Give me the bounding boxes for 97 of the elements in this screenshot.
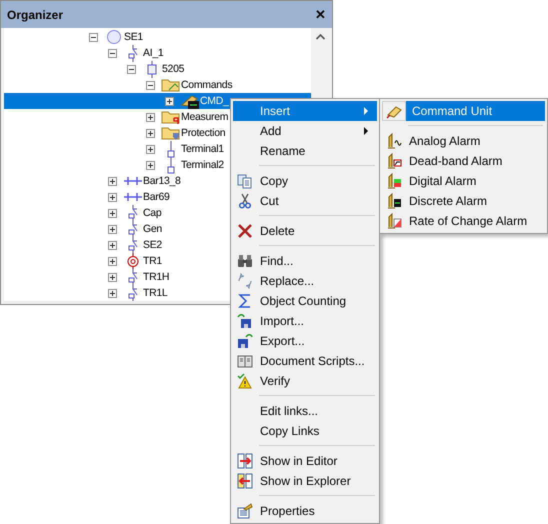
folder-icon	[161, 109, 180, 125]
panel-title: Organizer	[7, 8, 64, 22]
tree-item[interactable]: AI_1	[4, 45, 311, 61]
arrow-left-icon	[237, 473, 253, 489]
binoculars-icon	[237, 253, 253, 269]
menu-item[interactable]: Add	[233, 121, 377, 141]
collapse-icon[interactable]	[127, 64, 136, 74]
menu-item[interactable]: Discrete Alarm	[382, 191, 545, 211]
menu-item[interactable]: Digital Alarm	[382, 171, 545, 191]
busbar-icon	[123, 175, 142, 187]
tree-item[interactable]: SE1	[4, 29, 311, 45]
tree-label: SE2	[143, 239, 162, 251]
tree-label: TR1	[143, 255, 162, 267]
switch-icon	[126, 44, 138, 62]
terminal-icon	[164, 156, 176, 174]
export-icon	[237, 333, 253, 349]
tree-item[interactable]: 5205	[4, 61, 311, 77]
tree-label: SE1	[124, 31, 143, 43]
scroll-up-icon[interactable]	[316, 34, 324, 40]
expand-icon[interactable]	[108, 288, 117, 298]
expand-icon[interactable]	[108, 272, 117, 282]
switch-icon	[126, 204, 138, 222]
copy-icon	[237, 173, 253, 189]
menu-item[interactable]: Command Unit	[382, 101, 545, 121]
collapse-icon[interactable]	[89, 32, 98, 42]
tree-label: Commands	[181, 79, 232, 91]
menu-item[interactable]: Object Counting	[233, 291, 377, 311]
collapse-icon[interactable]	[108, 48, 117, 58]
menu-item[interactable]: Document Scripts...	[233, 351, 377, 371]
alarm-icon	[386, 153, 402, 169]
menu-item[interactable]: Copy Links	[233, 421, 377, 441]
tree-label: Gen	[143, 223, 162, 235]
alarm-icon	[386, 213, 402, 229]
circle-icon	[106, 29, 122, 45]
tree-label: TR1L	[143, 287, 168, 299]
tree-label: Bar69	[143, 191, 170, 203]
transformer-icon	[126, 252, 140, 270]
expand-icon[interactable]	[146, 144, 155, 154]
arrow-right-icon	[237, 453, 253, 469]
terminal-icon	[164, 140, 176, 158]
menu-item[interactable]: Dead-band Alarm	[382, 151, 545, 171]
menu-item[interactable]: Export...	[233, 331, 377, 351]
replace-icon	[237, 273, 253, 289]
menu-item[interactable]: Import...	[233, 311, 377, 331]
menu-item[interactable]: Replace...	[233, 271, 377, 291]
alarm-icon	[386, 133, 402, 149]
tree-label: Measurem	[181, 111, 228, 123]
menu-item[interactable]: Analog Alarm	[382, 131, 545, 151]
switch-icon	[126, 220, 138, 238]
busbar-icon	[123, 191, 142, 203]
expand-icon[interactable]	[146, 160, 155, 170]
delete-icon	[237, 223, 253, 239]
import-icon	[237, 313, 253, 329]
folder-icon	[161, 77, 180, 93]
tree-label: Bar13_8	[143, 175, 181, 187]
expand-icon[interactable]	[108, 224, 117, 234]
expand-icon[interactable]	[108, 240, 117, 250]
menu-item[interactable]: Insert	[233, 101, 377, 121]
menu-item[interactable]: Copy	[233, 171, 377, 191]
expand-icon[interactable]	[108, 192, 117, 202]
menu-item[interactable]: Find...	[233, 251, 377, 271]
menu-item[interactable]: Verify	[233, 371, 377, 391]
switch-icon	[126, 284, 138, 301]
menu-item[interactable]: Edit links...	[233, 401, 377, 421]
properties-icon	[237, 503, 253, 519]
tree-label: AI_1	[143, 47, 164, 59]
switch-icon	[126, 268, 138, 286]
tree-label: Cap	[143, 207, 162, 219]
menu-item[interactable]: Rate of Change Alarm	[382, 211, 545, 231]
expand-icon[interactable]	[146, 112, 155, 122]
alarm-icon	[386, 173, 402, 189]
tree-label: 5205	[162, 63, 184, 75]
book-icon	[237, 353, 253, 369]
warning-check-icon	[237, 373, 253, 389]
expand-icon[interactable]	[108, 256, 117, 266]
menu-item[interactable]: Show in Editor	[233, 451, 377, 471]
menu-item[interactable]: Properties	[233, 501, 377, 521]
sigma-icon	[237, 293, 253, 309]
folder-icon	[161, 125, 180, 141]
tree-label: Terminal1	[181, 143, 224, 155]
tree-label: Protection	[181, 127, 226, 139]
tree-label: Terminal2	[181, 159, 224, 171]
close-button[interactable]: ✕	[315, 7, 326, 22]
tree-label: TR1H	[143, 271, 170, 283]
scissors-icon	[237, 193, 253, 209]
expand-icon[interactable]	[146, 128, 155, 138]
switch-icon	[126, 236, 138, 254]
command-icon	[180, 93, 199, 109]
tree-label: CMD_	[200, 95, 229, 107]
alarm-icon	[386, 193, 402, 209]
expand-icon[interactable]	[108, 176, 117, 186]
node-icon	[146, 60, 158, 78]
expand-icon[interactable]	[165, 96, 174, 106]
collapse-icon[interactable]	[146, 80, 155, 90]
expand-icon[interactable]	[108, 208, 117, 218]
tree-item[interactable]: Commands	[4, 77, 311, 93]
menu-item[interactable]: Show in Explorer	[233, 471, 377, 491]
